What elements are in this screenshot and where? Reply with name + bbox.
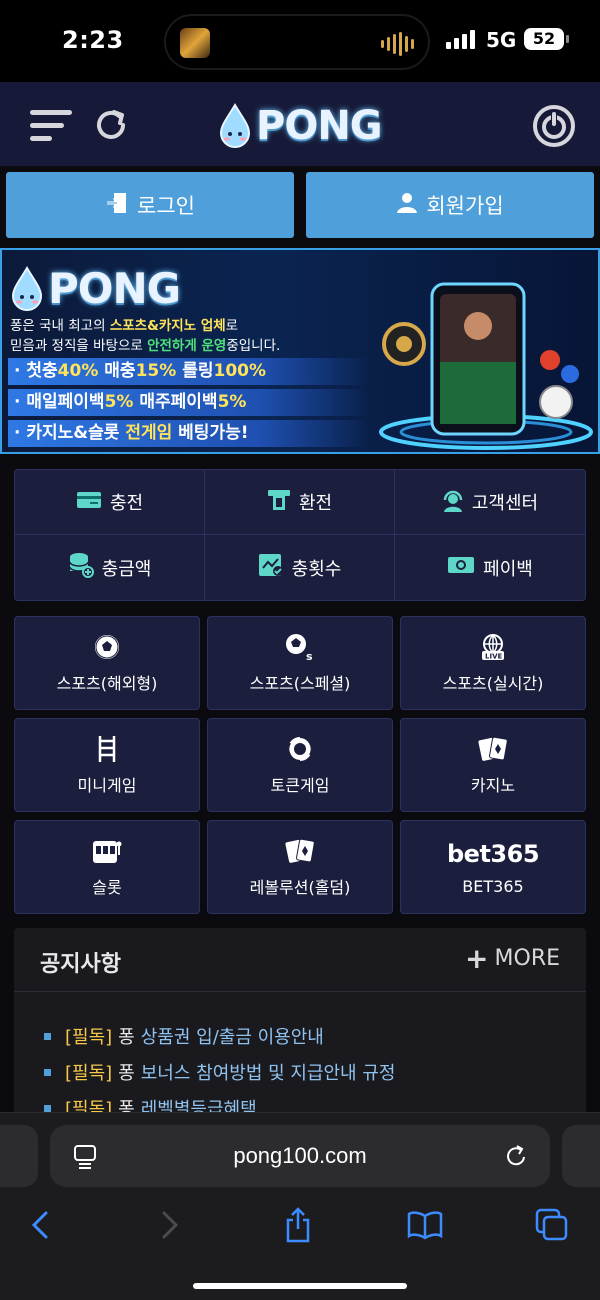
banner-logo: PONG	[10, 264, 181, 313]
soccer-special-icon: s	[284, 632, 316, 662]
plus-icon: +	[465, 941, 489, 975]
headset-icon	[442, 488, 464, 517]
notice-title: 공지사항	[40, 952, 121, 977]
game-sports-live[interactable]: LIVE 스포츠(실시간)	[400, 616, 586, 710]
audio-waveform-icon	[381, 32, 414, 56]
bullet-icon	[44, 1104, 51, 1112]
site-header: PONG	[0, 82, 600, 166]
power-icon[interactable]	[532, 104, 576, 148]
casino-phone-illustration	[374, 264, 598, 452]
join-button[interactable]: 회원가입	[306, 172, 594, 238]
previous-tab-peek[interactable]	[0, 1125, 38, 1187]
bullet-icon	[44, 1068, 51, 1076]
game-slot[interactable]: 슬롯	[14, 820, 200, 914]
water-drop-mascot-icon	[218, 103, 252, 149]
site-logo[interactable]: PONG	[218, 98, 383, 154]
notice-item[interactable]: [필독] 퐁 상품권 입/출금 이용안내	[44, 1018, 395, 1054]
login-icon	[105, 191, 129, 220]
banner-logo-text: PONG	[48, 264, 181, 313]
login-button[interactable]: 로그인	[6, 172, 294, 238]
quick-menu-grid: 충전 환전 고객센터 충금액 충횟수 페이백	[14, 469, 586, 601]
ladder-icon	[96, 734, 118, 764]
join-label: 회원가입	[426, 194, 504, 218]
promo-line-2: · 매일페이백5% 매주페이백5%	[8, 389, 368, 416]
token-ring-icon	[286, 734, 314, 764]
tabs-icon[interactable]	[532, 1205, 572, 1245]
card-icon	[76, 490, 102, 515]
svg-text:s: s	[306, 650, 313, 661]
more-button[interactable]: + MORE	[465, 941, 560, 975]
next-tab-peek[interactable]	[562, 1125, 600, 1187]
game-token[interactable]: 토큰게임	[207, 718, 393, 812]
address-bar[interactable]: pong100.com	[50, 1125, 550, 1187]
game-bet365[interactable]: bet365 BET365	[400, 820, 586, 914]
promo-banner[interactable]: PONG 퐁은 국내 최고의 스포츠&카지노 업체로 믿음과 정직을 바탕으로 …	[0, 248, 600, 454]
menu-payback[interactable]: 페이백	[395, 535, 585, 600]
game-sports-special[interactable]: s 스포츠(스페셜)	[207, 616, 393, 710]
game-mini[interactable]: 미니게임	[14, 718, 200, 812]
reload-icon[interactable]	[504, 1143, 528, 1173]
notice-item[interactable]: [필독] 퐁 보너스 참여방법 및 지급안내 규정	[44, 1054, 395, 1090]
game-revolution-holdem[interactable]: 레볼루션(홀덤)	[207, 820, 393, 914]
bet365-logo: bet365	[446, 839, 540, 868]
url-text: pong100.com	[233, 1143, 367, 1168]
refresh-icon[interactable]	[92, 106, 130, 144]
promo-line-3: · 카지노&슬롯 전게임 베팅가능!	[8, 420, 368, 447]
water-drop-mascot-icon	[10, 265, 44, 312]
menu-withdraw[interactable]: 환전	[205, 470, 395, 535]
atm-icon	[267, 489, 291, 516]
game-casino[interactable]: 카지노	[400, 718, 586, 812]
home-indicator[interactable]	[193, 1283, 407, 1289]
bookmarks-icon[interactable]	[405, 1205, 445, 1245]
banner-description: 퐁은 국내 최고의 스포츠&카지노 업체로 믿음과 정직을 바탕으로 안전하게 …	[10, 318, 281, 354]
status-time: 2:23	[62, 26, 124, 54]
menu-button[interactable]	[30, 108, 74, 144]
notice-panel: 공지사항 + MORE [필독] 퐁 상품권 입/출금 이용안내 [필독] 퐁 …	[14, 928, 586, 1128]
network-type: 5G	[486, 28, 517, 52]
cash-icon	[447, 554, 475, 581]
svg-text:LIVE: LIVE	[485, 653, 502, 661]
user-icon	[396, 192, 418, 219]
coins-icon	[68, 552, 94, 583]
notice-header: 공지사항 + MORE	[14, 928, 586, 992]
live-globe-icon: LIVE	[479, 632, 507, 662]
soccer-ball-icon	[94, 632, 120, 662]
menu-customer-center[interactable]: 고객센터	[395, 470, 585, 535]
cards-icon	[477, 734, 509, 764]
notice-list: [필독] 퐁 상품권 입/출금 이용안내 [필독] 퐁 보너스 참여방법 및 지…	[44, 1018, 395, 1126]
share-icon[interactable]	[278, 1205, 318, 1245]
logo-text: PONG	[256, 103, 383, 149]
menu-deposit-count[interactable]: 충횟수	[205, 535, 395, 600]
menu-deposit[interactable]: 충전	[15, 470, 205, 535]
menu-deposit-amount[interactable]: 충금액	[15, 535, 205, 600]
battery-icon: 52	[524, 28, 569, 50]
bullet-icon	[44, 1032, 51, 1040]
cards-icon	[284, 836, 316, 866]
status-bar: 2:23 5G 52	[0, 0, 600, 82]
slot-machine-icon	[91, 836, 123, 866]
back-icon[interactable]	[20, 1205, 60, 1245]
now-playing-artwork	[180, 28, 210, 58]
cellular-signal-icon	[446, 30, 475, 49]
browser-toolbar: pong100.com	[0, 1112, 600, 1300]
promo-line-1: · 첫충40% 매충15% 롤링100%	[8, 358, 368, 385]
dynamic-island[interactable]	[164, 14, 430, 70]
chart-check-icon	[258, 553, 284, 582]
forward-icon	[150, 1205, 190, 1245]
login-label: 로그인	[137, 194, 195, 218]
game-sports-overseas[interactable]: 스포츠(해외형)	[14, 616, 200, 710]
auth-buttons: 로그인 회원가입	[0, 166, 600, 248]
